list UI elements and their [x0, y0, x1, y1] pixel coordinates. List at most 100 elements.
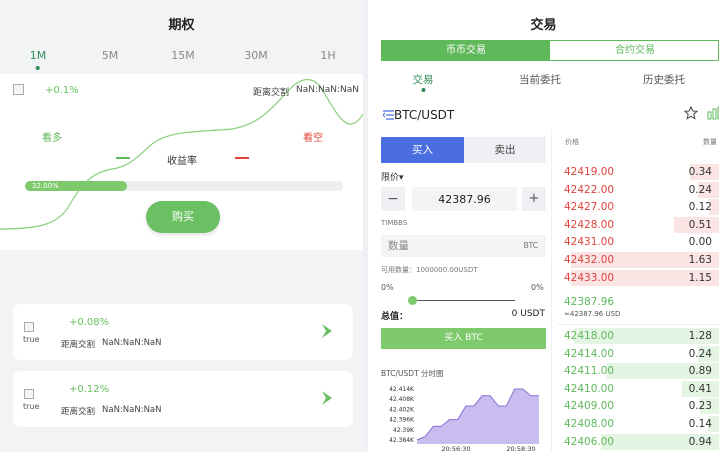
price-input[interactable] [412, 187, 517, 211]
orderbook-qty: 0.89 [688, 365, 712, 378]
y-tick-label: 42.414K [389, 386, 415, 393]
price-increment-button[interactable]: + [522, 187, 546, 211]
buy-side-tab[interactable]: 买入 [381, 137, 464, 163]
tab-15m-label: 15M [171, 49, 195, 62]
orderbook-qty: 0.00 [688, 236, 712, 249]
orderbook-price: 42408.00 [564, 418, 615, 430]
y-tick-label: 42.396K [389, 417, 415, 424]
orderbook-row[interactable]: 42410.00 0.41 [558, 380, 719, 397]
orderbook-row[interactable]: 42409.00 0.23 [558, 398, 719, 415]
tab-15m[interactable]: 15M [171, 49, 195, 62]
orderbook-price: 42419.00 [564, 166, 615, 178]
orderbook-qty: 0.24 [688, 347, 712, 360]
submit-buy-button[interactable]: 买入 BTC [381, 328, 546, 349]
orderbook-price: 42433.00 [564, 271, 615, 284]
orderbook-row[interactable]: 42431.00 0.00 [558, 234, 719, 250]
order-type-select[interactable]: 限价▾ [381, 170, 404, 183]
orderbook-qty: 0.14 [688, 418, 712, 430]
orderbook-row[interactable]: 42408.00 0.14 [558, 416, 719, 432]
orderbook-row[interactable]: 42419.00 0.34 [558, 164, 719, 180]
tab-1h[interactable]: 1H [320, 49, 335, 62]
position-card[interactable]: true +0.12% 距离交割 NaN:NaN:NaN [13, 371, 353, 427]
tab-open-orders[interactable]: 当前委托 [519, 72, 561, 87]
tab-5m-label: 5M [101, 49, 119, 62]
price-decrement-button[interactable]: − [381, 187, 405, 211]
candlestick-icon[interactable] [707, 106, 719, 120]
orderbook-row[interactable]: 42418.00 1.28 [558, 328, 719, 344]
star-icon[interactable] [684, 106, 698, 120]
quantity-input[interactable] [381, 235, 501, 257]
yield-progress-bar: 32.00% [25, 181, 343, 191]
orderbook-divider [558, 324, 719, 325]
orderbook-price: 42411.00 [564, 365, 615, 378]
orderbook-qty: 0.24 [688, 183, 712, 196]
change-percent: +0.1% [45, 85, 79, 96]
distance-label: 距离交割 [61, 340, 96, 350]
timeframe-tabs: 1M 5M 15M 30M 1H [0, 49, 363, 70]
x-tick-label: 20:58:30 [506, 445, 535, 452]
last-price-usd: ≈42387.96 USD [564, 310, 621, 318]
tab-5m[interactable]: 5M [102, 49, 119, 62]
trade-panel: 交易 币币交易 合约交易 交易 当前委托 历史委托 BTC/USDT 买入 卖出… [368, 0, 719, 452]
orderbook-price: 42431.00 [564, 236, 615, 249]
trading-pair[interactable]: BTC/USDT [394, 108, 454, 122]
orderbook-row[interactable]: 42422.00 0.24 [558, 181, 719, 198]
distance-value: NaN:NaN:NaN [102, 338, 162, 348]
tab-trade[interactable]: 交易 [413, 72, 434, 92]
tab-30m[interactable]: 30M [244, 49, 268, 62]
orderbook-row[interactable]: 42428.00 0.51 [558, 216, 719, 233]
orderbook-row[interactable]: 42406.00 0.94 [558, 433, 719, 450]
tab-1m[interactable]: 1M [29, 49, 47, 70]
options-page-title: 期权 [168, 18, 195, 33]
trade-page-title: 交易 [530, 18, 557, 33]
bear-indicator [235, 157, 249, 159]
orderbook-row[interactable]: 42433.00 1.15 [558, 269, 719, 286]
market-segment-control: 币币交易 合约交易 [381, 40, 719, 61]
tab-1h-label: 1H [320, 49, 336, 62]
orderbook-qty: 1.28 [688, 330, 712, 342]
y-tick-label: 42.408K [389, 396, 415, 403]
orderbook-row[interactable]: 42414.00 0.24 [558, 345, 719, 362]
orderbook-price: 42432.00 [564, 254, 615, 266]
orderbook-price: 42428.00 [564, 218, 615, 231]
buy-button[interactable]: 购买 [146, 201, 220, 233]
segment-spot[interactable]: 币币交易 [382, 41, 550, 60]
bear-label[interactable]: 看空 [303, 129, 323, 144]
change-percent: +0.08% [69, 317, 110, 328]
amount-slider-handle[interactable] [408, 296, 417, 305]
tab-30m-label: 30M [244, 49, 268, 62]
distance-value: NaN:NaN:NaN [296, 85, 360, 95]
y-tick-label: 42.39K [393, 427, 415, 434]
orderbook-price-header: 价格 [565, 138, 579, 146]
chevron-right-icon[interactable] [320, 323, 334, 339]
orderbook-qty: 0.41 [688, 382, 712, 395]
image-alt-text: true [23, 335, 40, 344]
orderbook-row[interactable]: 42427.00 0.12 [558, 199, 719, 216]
slider-min-label: 0% [381, 283, 394, 292]
coin-image-placeholder [24, 322, 34, 332]
position-card[interactable]: true +0.08% 距离交割 NaN:NaN:NaN [13, 304, 353, 360]
slider-max-label: 0% [531, 283, 544, 292]
orderbook-row[interactable]: 42432.00 1.63 [558, 252, 719, 268]
distance-label: 距离交割 [253, 88, 290, 98]
tab-1m-label: 1M [29, 49, 47, 62]
tab-order-history[interactable]: 历史委托 [643, 72, 685, 87]
chevron-right-icon[interactable] [320, 390, 334, 406]
orderbook-price: 42418.00 [564, 330, 615, 342]
orderbook-qty: 0.51 [688, 218, 712, 231]
y-tick-label: 42.402K [389, 406, 415, 413]
segment-contract[interactable]: 合约交易 [550, 41, 719, 60]
orderbook-qty-header: 数量 [703, 138, 717, 146]
option-chart-card: +0.1% 距离交割 NaN:NaN:NaN 看多 看空 收益率 32.00% … [0, 74, 363, 250]
mini-chart-title: BTC/USDT 分时图 [381, 369, 444, 378]
orderbook-price: 42406.00 [564, 435, 615, 448]
coin-image-placeholder [24, 389, 34, 399]
bull-label[interactable]: 看多 [42, 129, 62, 144]
orderbook-row[interactable]: 42411.00 0.89 [558, 363, 719, 380]
orderbook-qty: 0.12 [688, 201, 712, 214]
available-balance: 可用数量：1000000.00USDT [381, 266, 478, 274]
sell-side-tab[interactable]: 卖出 [464, 137, 546, 163]
change-percent: +0.12% [69, 384, 110, 395]
amount-slider-track[interactable] [413, 300, 515, 301]
orderbook-price: 42427.00 [564, 201, 615, 214]
